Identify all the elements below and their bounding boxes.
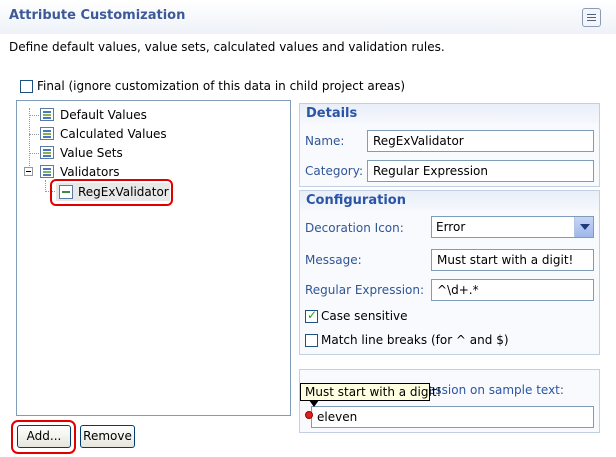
- regular-expression-field[interactable]: ^\d+.*: [431, 279, 594, 301]
- category-label: Category:: [305, 164, 363, 178]
- remove-button[interactable]: Remove: [80, 425, 135, 448]
- decoration-icon-label: Decoration Icon:: [305, 221, 404, 235]
- validator-icon: [59, 185, 73, 199]
- add-button[interactable]: Add...: [17, 425, 71, 448]
- collapse-toggle-icon[interactable]: [24, 167, 33, 176]
- final-checkbox[interactable]: [20, 80, 33, 93]
- tree-connector: [29, 108, 30, 168]
- details-heading: Details: [300, 104, 599, 124]
- decoration-icon-value: Error: [436, 220, 466, 234]
- tooltip-pointer: [309, 400, 319, 407]
- message-label: Message:: [305, 253, 362, 267]
- default-values-icon: [40, 108, 54, 121]
- match-line-breaks-checkbox[interactable]: [305, 334, 318, 347]
- collapse-button[interactable]: [582, 8, 601, 27]
- case-sensitive-label[interactable]: Case sensitive: [321, 309, 408, 323]
- configuration-section: Configuration: [299, 190, 600, 355]
- error-icon: [305, 411, 313, 419]
- description-text: Define default values, value sets, calcu…: [9, 40, 445, 54]
- tree-item-calculated-values[interactable]: Calculated Values: [60, 127, 167, 141]
- regular-expression-label: Regular Expression:: [305, 283, 425, 297]
- sample-text-input[interactable]: eleven: [311, 406, 594, 428]
- case-sensitive-checkbox[interactable]: [305, 308, 318, 323]
- category-field[interactable]: Regular Expression: [367, 160, 594, 182]
- sample-heading: ession on sample text:: [428, 383, 564, 397]
- validators-icon: [40, 165, 54, 178]
- name-label: Name:: [305, 134, 345, 148]
- tree-item-value-sets[interactable]: Value Sets: [60, 146, 123, 160]
- calculated-values-icon: [40, 127, 54, 140]
- configuration-heading: Configuration: [300, 191, 599, 211]
- message-field[interactable]: Must start with a digit!: [431, 249, 594, 271]
- page-title: Attribute Customization: [9, 8, 186, 23]
- customization-tree[interactable]: [16, 100, 291, 416]
- tree-item-validators[interactable]: Validators: [60, 165, 120, 179]
- final-checkbox-label[interactable]: Final (ignore customization of this data…: [37, 79, 405, 93]
- tree-item-default-values[interactable]: Default Values: [60, 108, 147, 122]
- tree-item-regexvalidator-label: RegExValidator: [78, 185, 169, 199]
- validation-tooltip: Must start with a digit!: [300, 383, 441, 401]
- value-sets-icon: [40, 146, 54, 159]
- match-line-breaks-label[interactable]: Match line breaks (for ^ and $): [321, 333, 509, 347]
- chevron-down-icon[interactable]: [574, 217, 593, 237]
- collapse-icon: [587, 14, 596, 15]
- name-field[interactable]: RegExValidator: [367, 130, 594, 152]
